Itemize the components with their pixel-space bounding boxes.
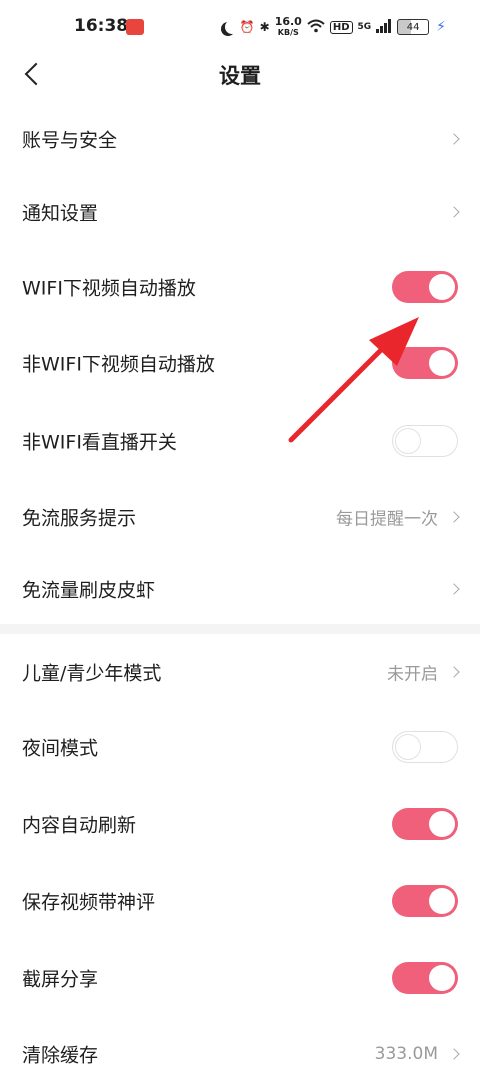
setting-free-data-tip[interactable]: 免流服务提示 每日提醒一次 bbox=[0, 479, 480, 555]
setting-screenshot-share: 截屏分享 bbox=[0, 940, 480, 1016]
screenshot-share-toggle[interactable] bbox=[392, 962, 458, 994]
status-bar: 16:38 ⏰ ✱ 16.0 KB/S HD 5G 44 ⚡ bbox=[0, 0, 480, 54]
setting-clear-cache[interactable]: 清除缓存 333.0M bbox=[0, 1016, 480, 1092]
chevron-right-icon bbox=[448, 666, 460, 678]
setting-value: 333.0M bbox=[374, 1044, 438, 1064]
setting-label: 通知设置 bbox=[22, 202, 99, 225]
chevron-right-icon bbox=[448, 511, 460, 523]
chevron-right-icon bbox=[448, 1048, 460, 1060]
app-notification-icon bbox=[126, 19, 144, 35]
chevron-right-icon bbox=[448, 206, 460, 218]
net-speed-value: 16.0 bbox=[274, 14, 302, 28]
setting-auto-refresh: 内容自动刷新 bbox=[0, 786, 480, 862]
section-divider bbox=[0, 624, 480, 634]
setting-free-data-shrimp[interactable]: 免流量刷皮皮虾 bbox=[0, 551, 480, 627]
setting-value: 每日提醒一次 bbox=[336, 509, 438, 530]
setting-wifi-autoplay: WIFI下视频自动播放 bbox=[0, 249, 480, 325]
toggle-knob bbox=[429, 888, 455, 914]
toggle-knob bbox=[429, 350, 455, 376]
chevron-right-icon bbox=[448, 133, 460, 145]
setting-label: 儿童/青少年模式 bbox=[22, 662, 162, 685]
setting-kids-mode[interactable]: 儿童/青少年模式 未开启 bbox=[0, 634, 480, 710]
status-time: 16:38 bbox=[74, 16, 129, 36]
nonwifi-live-toggle[interactable] bbox=[392, 425, 458, 457]
setting-label: 免流量刷皮皮虾 bbox=[22, 579, 156, 602]
toggle-knob bbox=[429, 274, 455, 300]
setting-label: 清除缓存 bbox=[22, 1044, 99, 1067]
page-title: 设置 bbox=[219, 64, 261, 88]
setting-nonwifi-autoplay: 非WIFI下视频自动播放 bbox=[0, 325, 480, 401]
battery-icon: 44 bbox=[397, 19, 430, 35]
setting-label: 保存视频带神评 bbox=[22, 891, 156, 914]
setting-label: 截屏分享 bbox=[22, 968, 99, 991]
setting-save-with-comment: 保存视频带神评 bbox=[0, 863, 480, 939]
night-mode-toggle[interactable] bbox=[392, 731, 458, 763]
alarm-icon: ⏰ bbox=[239, 20, 255, 34]
bluetooth-icon: ✱ bbox=[259, 20, 270, 34]
nonwifi-autoplay-toggle[interactable] bbox=[392, 347, 458, 379]
auto-refresh-toggle[interactable] bbox=[392, 808, 458, 840]
setting-label: WIFI下视频自动播放 bbox=[22, 277, 196, 300]
status-icons: ⏰ ✱ 16.0 KB/S HD 5G 44 ⚡ bbox=[221, 15, 446, 39]
toggle-knob bbox=[429, 965, 455, 991]
top-bar: 设置 bbox=[0, 54, 480, 98]
battery-level: 44 bbox=[406, 21, 420, 33]
setting-night-mode: 夜间模式 bbox=[0, 709, 480, 785]
setting-label: 非WIFI下视频自动播放 bbox=[22, 353, 215, 376]
chevron-right-icon bbox=[448, 583, 460, 595]
signal-icon bbox=[376, 18, 392, 36]
wifi-autoplay-toggle[interactable] bbox=[392, 271, 458, 303]
setting-nonwifi-live: 非WIFI看直播开关 bbox=[0, 403, 480, 479]
toggle-knob bbox=[395, 428, 421, 454]
hd-icon: HD bbox=[329, 20, 353, 34]
setting-label: 内容自动刷新 bbox=[22, 814, 137, 837]
toggle-knob bbox=[429, 811, 455, 837]
setting-value: 未开启 bbox=[387, 664, 438, 685]
save-with-comment-toggle[interactable] bbox=[392, 885, 458, 917]
setting-label: 免流服务提示 bbox=[22, 507, 137, 530]
wifi-icon bbox=[307, 19, 325, 36]
net-speed-unit: KB/S bbox=[277, 27, 299, 37]
moon-icon bbox=[225, 20, 239, 34]
net-speed: 16.0 KB/S bbox=[274, 14, 302, 38]
setting-label: 账号与安全 bbox=[22, 129, 118, 152]
setting-account-security[interactable]: 账号与安全 bbox=[0, 101, 480, 177]
toggle-knob bbox=[395, 734, 421, 760]
signal-type: 5G bbox=[357, 22, 372, 32]
setting-label: 夜间模式 bbox=[22, 737, 99, 760]
charging-icon: ⚡ bbox=[436, 19, 446, 35]
setting-notifications[interactable]: 通知设置 bbox=[0, 174, 480, 250]
setting-label: 非WIFI看直播开关 bbox=[22, 431, 177, 454]
